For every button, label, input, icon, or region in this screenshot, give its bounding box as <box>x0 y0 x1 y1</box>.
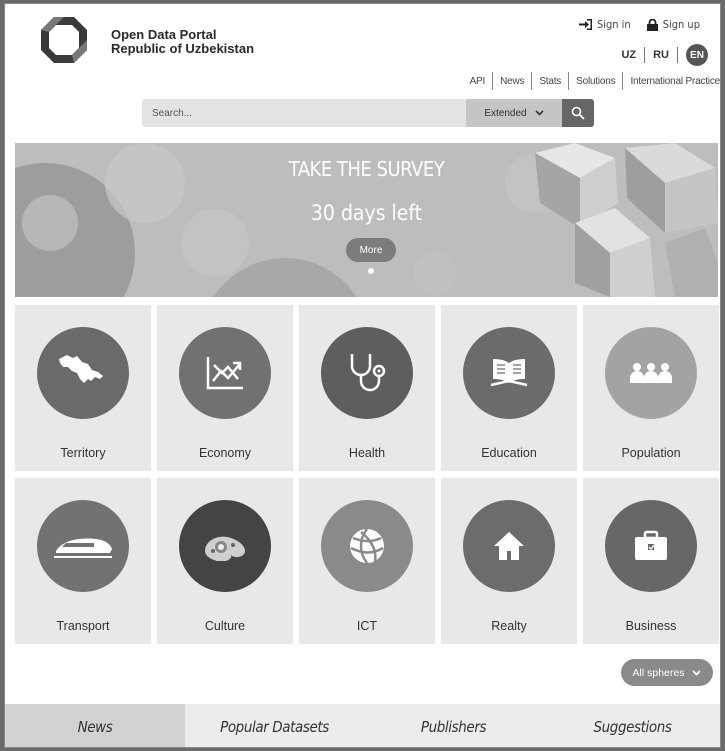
sphere-label: Economy <box>198 446 252 460</box>
portal-title[interactable]: Open Data Portal Republic of Uzbekistan <box>111 28 254 56</box>
sphere-label: Realty <box>491 619 527 633</box>
sphere-label: Culture <box>204 619 246 633</box>
sphere-ict[interactable]: ICT <box>299 478 435 644</box>
language-switcher: UZ RU EN <box>621 44 708 66</box>
sphere-circle <box>179 500 271 592</box>
sign-in-label: Sign in <box>596 18 631 31</box>
carousel-indicator[interactable] <box>368 268 374 274</box>
sphere-circle <box>605 327 697 419</box>
auth-links: Sign in Sign up <box>578 18 700 31</box>
stethoscope-icon <box>350 354 386 392</box>
search-button[interactable] <box>562 99 594 127</box>
sphere-label: Business <box>625 619 677 633</box>
nav-solutions[interactable]: Solutions <box>576 76 616 87</box>
sphere-territory[interactable]: Territory <box>15 305 151 471</box>
sphere-circle <box>321 327 413 419</box>
briefcase-icon <box>635 530 667 560</box>
more-button[interactable]: More <box>346 238 396 262</box>
nav-stats[interactable]: Stats <box>539 76 561 87</box>
banner-subtitle: 30 days left <box>310 201 423 225</box>
sphere-label: Education <box>481 446 537 460</box>
house-icon <box>494 532 524 560</box>
chevron-down-icon <box>692 669 702 676</box>
sphere-label: Transport <box>56 619 110 633</box>
sphere-population[interactable]: Population <box>583 305 719 471</box>
top-nav: API News Stats Solutions International P… <box>470 72 720 90</box>
sphere-circle <box>179 327 271 419</box>
chevron-down-icon <box>535 110 544 116</box>
paisley-icon <box>205 536 245 561</box>
sphere-economy[interactable]: Economy <box>157 305 293 471</box>
sphere-label: Territory <box>60 446 106 460</box>
sphere-label: Health <box>348 446 386 460</box>
sphere-circle <box>37 500 129 592</box>
tab-publishers[interactable]: Publishers <box>364 704 543 747</box>
sphere-label: Population <box>621 446 681 460</box>
all-spheres-label: All spheres <box>632 666 685 679</box>
sphere-culture[interactable]: Culture <box>157 478 293 644</box>
portal-title-line2: Republic of Uzbekistan <box>111 41 255 56</box>
search-icon <box>571 106 585 120</box>
chart-trend-icon <box>206 357 243 390</box>
sphere-circle <box>605 500 697 592</box>
sphere-health[interactable]: Health <box>299 305 435 471</box>
map-uzbekistan-icon <box>59 355 103 383</box>
lock-icon <box>646 18 658 31</box>
nav-international-practice[interactable]: International Practice <box>630 76 720 87</box>
search-mode-dropdown[interactable]: Extended <box>466 99 562 127</box>
search-mode-label: Extended <box>484 107 527 119</box>
divider <box>568 72 570 90</box>
search-bar: Search... Extended <box>142 99 594 127</box>
page: Open Data Portal Republic of Uzbekistan … <box>4 3 721 748</box>
sign-up-label: Sign up <box>662 18 700 31</box>
lang-uz[interactable]: UZ <box>621 49 636 61</box>
people-icon <box>630 363 672 383</box>
globe-network-icon <box>350 528 384 564</box>
tab-news[interactable]: News <box>5 704 185 747</box>
nav-api[interactable]: API <box>470 76 486 87</box>
sign-in-link[interactable]: Sign in <box>578 18 631 31</box>
divider <box>492 72 494 90</box>
divider <box>644 47 646 63</box>
nav-news[interactable]: News <box>500 76 524 87</box>
sphere-circle <box>463 500 555 592</box>
open-book-icon <box>490 359 528 387</box>
divider <box>622 72 624 90</box>
sphere-circle <box>321 500 413 592</box>
all-spheres-button[interactable]: All spheres <box>621 659 713 686</box>
sphere-business[interactable]: Business <box>583 478 719 644</box>
lang-ru[interactable]: RU <box>653 49 669 61</box>
sphere-realty[interactable]: Realty <box>441 478 577 644</box>
lang-en[interactable]: EN <box>686 44 708 66</box>
portal-title-line1: Open Data Portal <box>111 27 217 42</box>
banner-title: TAKE THE SURVEY <box>288 157 445 181</box>
sign-up-link[interactable]: Sign up <box>646 18 700 31</box>
content-tabs: News Popular Datasets Publishers Suggest… <box>5 704 720 747</box>
sphere-transport[interactable]: Transport <box>15 478 151 644</box>
tab-popular-datasets[interactable]: Popular Datasets <box>185 704 364 747</box>
divider <box>677 47 678 63</box>
tab-suggestions[interactable]: Suggestions <box>543 704 720 747</box>
sphere-label: ICT <box>356 619 378 633</box>
sphere-circle <box>37 327 129 419</box>
sphere-education[interactable]: Education <box>441 305 577 471</box>
portal-logo[interactable] <box>39 15 89 65</box>
sign-in-icon <box>578 19 592 30</box>
survey-banner: TAKE THE SURVEY 30 days left More <box>15 143 718 297</box>
train-icon <box>54 538 112 558</box>
search-input[interactable]: Search... <box>142 99 466 127</box>
divider <box>531 72 533 90</box>
spheres-grid: Territory Economy Health Education Popul… <box>15 305 720 644</box>
sphere-circle <box>463 327 555 419</box>
